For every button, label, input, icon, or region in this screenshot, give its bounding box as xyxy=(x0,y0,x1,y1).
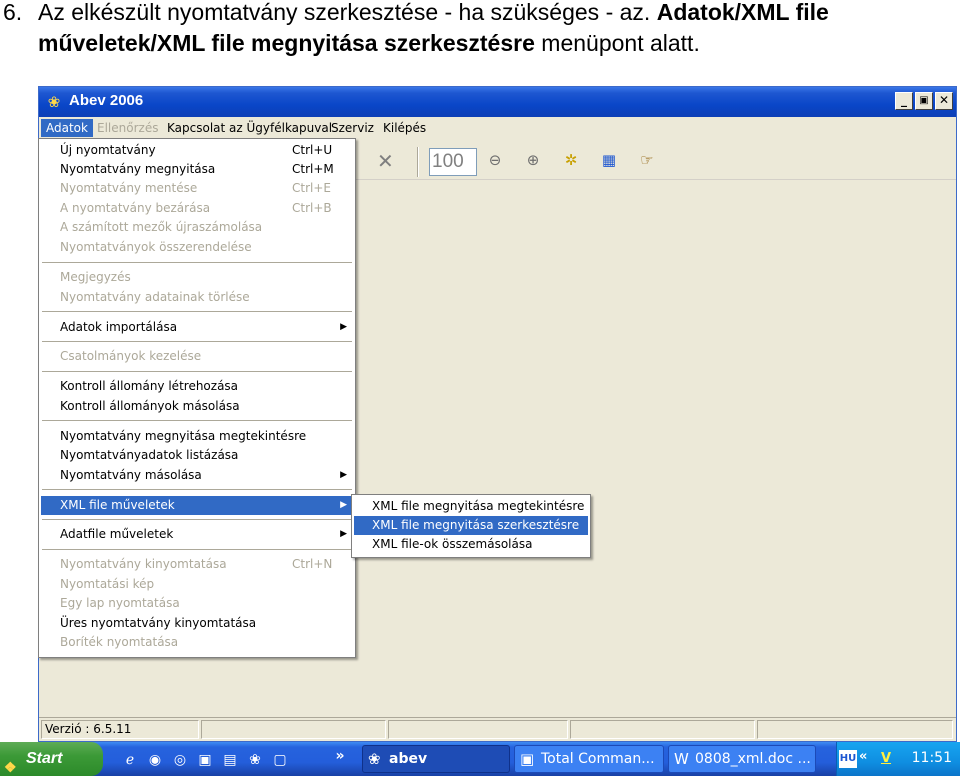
close-x-icon[interactable]: ✕ xyxy=(377,149,394,173)
menu-item-xml-file-muveletek[interactable]: XML file műveletek ▶ xyxy=(41,496,353,515)
pointer-hand-icon[interactable]: ☞ xyxy=(637,150,657,170)
instruction-line-1: Az elkészült nyomtatvány szerkesztése - … xyxy=(38,0,829,25)
status-cell xyxy=(201,720,386,739)
close-button[interactable]: ✕ xyxy=(935,92,953,110)
menu-item-boritek-nyomtatasa[interactable]: Boríték nyomtatása xyxy=(41,633,353,652)
menu-separator xyxy=(42,420,352,422)
status-cell xyxy=(757,720,953,739)
menu-kilepes[interactable]: Kilépés xyxy=(378,119,431,137)
status-bar: Verzió : 6.5.11 xyxy=(39,717,956,741)
submenu-arrow-icon: ▶ xyxy=(340,322,347,332)
abev-icon: ❀ xyxy=(368,750,381,768)
menu-item-adatfile-muveletek[interactable]: Adatfile műveletek ▶ xyxy=(41,525,353,544)
abev-app-icon: ❀ xyxy=(47,93,61,111)
instruction-number: 6. xyxy=(3,0,23,25)
status-cell xyxy=(388,720,568,739)
submenu-arrow-icon: ▶ xyxy=(340,470,347,480)
word-doc-icon: W xyxy=(674,750,689,768)
menu-bar: Adatok Ellenőrzés Kapcsolat az Ügyfélkap… xyxy=(39,117,956,139)
system-tray: HU « V 11:51 xyxy=(836,742,960,776)
menu-item-nyomtatvany-masolasa[interactable]: Nyomtatvány másolása ▶ xyxy=(41,466,353,485)
minimize-button[interactable]: _ xyxy=(895,92,913,110)
menu-item-adatok-listazasa[interactable]: Nyomtatványadatok listázása xyxy=(41,446,353,465)
menu-adatok[interactable]: Adatok xyxy=(41,119,93,137)
menu-separator xyxy=(42,489,352,491)
abev-icon[interactable]: ❀ xyxy=(245,750,265,770)
version-label: Verzió : 6.5.11 xyxy=(41,720,199,739)
menu-item-megnyitas-megtekintesre[interactable]: Nyomtatvány megnyitása megtekintésre xyxy=(41,427,353,446)
tray-expand-icon[interactable]: « xyxy=(859,749,867,764)
window-icon[interactable]: ▢ xyxy=(270,750,290,770)
menu-ellenorzes[interactable]: Ellenőrzés xyxy=(92,119,163,137)
menu-item-uj-nyomtatvany[interactable]: Új nyomtatvány Ctrl+U xyxy=(41,141,353,160)
menu-item-kontroll-letrehozas[interactable]: Kontroll állomány létrehozása xyxy=(41,377,353,396)
menu-item-osszerendeles[interactable]: Nyomtatványok összerendelése xyxy=(41,238,353,257)
menu-item-egy-lap-nyomtatasa[interactable]: Egy lap nyomtatása xyxy=(41,594,353,613)
menu-item-adatok-torlese[interactable]: Nyomtatvány adatainak törlése xyxy=(41,288,353,307)
status-cell xyxy=(570,720,755,739)
menu-separator xyxy=(42,371,352,373)
settings-icon[interactable]: ✲ xyxy=(561,150,581,170)
zoom-in-icon[interactable]: ⊕ xyxy=(523,150,543,170)
clock: 11:51 xyxy=(911,750,952,766)
firefox-icon[interactable]: ◉ xyxy=(145,750,165,770)
window-controls: _ ▣ ✕ xyxy=(895,92,953,110)
menu-szerviz[interactable]: Szerviz xyxy=(326,119,379,137)
title-bar[interactable]: ❀ Abev 2006 _ ▣ ✕ xyxy=(39,87,956,117)
submenu-item-xml-osszemasolas[interactable]: XML file-ok összemásolása xyxy=(354,535,588,554)
toolbar-separator xyxy=(417,147,419,177)
start-button[interactable]: ❖ Start xyxy=(0,742,103,776)
menu-separator xyxy=(42,549,352,551)
language-hu-icon[interactable]: HU xyxy=(839,750,857,768)
window-title: Abev 2006 xyxy=(69,92,144,109)
zoom-out-icon[interactable]: ⊖ xyxy=(485,150,505,170)
menu-item-nyomtatasi-kep[interactable]: Nyomtatási kép xyxy=(41,575,353,594)
xml-submenu: XML file megnyitása megtekintésre XML fi… xyxy=(351,494,591,558)
menu-item-nyomtatvany-bezarasa[interactable]: A nyomtatvány bezárása Ctrl+B xyxy=(41,199,353,218)
menu-separator xyxy=(42,311,352,313)
calculator-icon[interactable]: ▦ xyxy=(599,150,619,170)
floppy-icon[interactable]: ▣ xyxy=(195,750,215,770)
menu-item-megjegyzes[interactable]: Megjegyzés xyxy=(41,268,353,287)
menu-item-ures-nyomtatvany[interactable]: Üres nyomtatvány kinyomtatása xyxy=(41,614,353,633)
menu-item-nyomtatvany-mentese[interactable]: Nyomtatvány mentése Ctrl+E xyxy=(41,179,353,198)
ie-icon[interactable]: ℯ xyxy=(120,750,140,770)
instruction-line-2: műveletek/XML file megnyitása szerkeszté… xyxy=(38,30,700,56)
zoom-field[interactable]: 100 xyxy=(429,148,477,176)
menu-item-adatok-importalasa[interactable]: Adatok importálása ▶ xyxy=(41,318,353,337)
submenu-item-xml-szerkesztes[interactable]: XML file megnyitása szerkesztésre xyxy=(354,516,588,535)
windows-logo-icon: ❖ xyxy=(4,759,17,775)
browser-icon[interactable]: ◎ xyxy=(170,750,190,770)
menu-item-csatolmanyok[interactable]: Csatolmányok kezelése xyxy=(41,347,353,366)
submenu-arrow-icon: ▶ xyxy=(340,529,347,539)
menu-item-ujraszamolas[interactable]: A számított mezők újraszámolása xyxy=(41,218,353,237)
menu-item-kinyomtatas[interactable]: Nyomtatvány kinyomtatása Ctrl+N xyxy=(41,555,353,574)
menu-separator xyxy=(42,262,352,264)
taskbar: ❖ Start ℯ ◉ ◎ ▣ ▤ ❀ ▢ » ❀ abev ▣ Total C… xyxy=(0,742,960,776)
menu-kapcsolat[interactable]: Kapcsolat az Ügyfélkapuval xyxy=(162,119,337,137)
menu-item-kontroll-masolas[interactable]: Kontroll állományok másolása xyxy=(41,397,353,416)
menu-separator xyxy=(42,341,352,343)
antivirus-icon[interactable]: V xyxy=(877,750,895,768)
task-total-commander[interactable]: ▣ Total Comman... xyxy=(514,745,664,773)
menu-item-nyomtatvany-megnyitasa[interactable]: Nyomtatvány megnyitása Ctrl+M xyxy=(41,160,353,179)
floppy-icon: ▣ xyxy=(520,750,535,768)
quicklaunch-overflow-icon[interactable]: » xyxy=(330,746,350,766)
submenu-arrow-icon: ▶ xyxy=(340,500,347,510)
restore-button[interactable]: ▣ xyxy=(915,92,933,110)
adatok-dropdown-menu: Új nyomtatvány Ctrl+U Nyomtatvány megnyit… xyxy=(38,138,356,658)
task-abev[interactable]: ❀ abev xyxy=(362,745,510,773)
app-icon[interactable]: ▤ xyxy=(220,750,240,770)
instruction-text: 6. Az elkészült nyomtatvány szerkesztése… xyxy=(0,0,960,86)
menu-separator xyxy=(42,519,352,521)
submenu-item-xml-megtekintes[interactable]: XML file megnyitása megtekintésre xyxy=(354,497,588,516)
task-word-document[interactable]: W 0808_xml.doc ... xyxy=(668,745,816,773)
